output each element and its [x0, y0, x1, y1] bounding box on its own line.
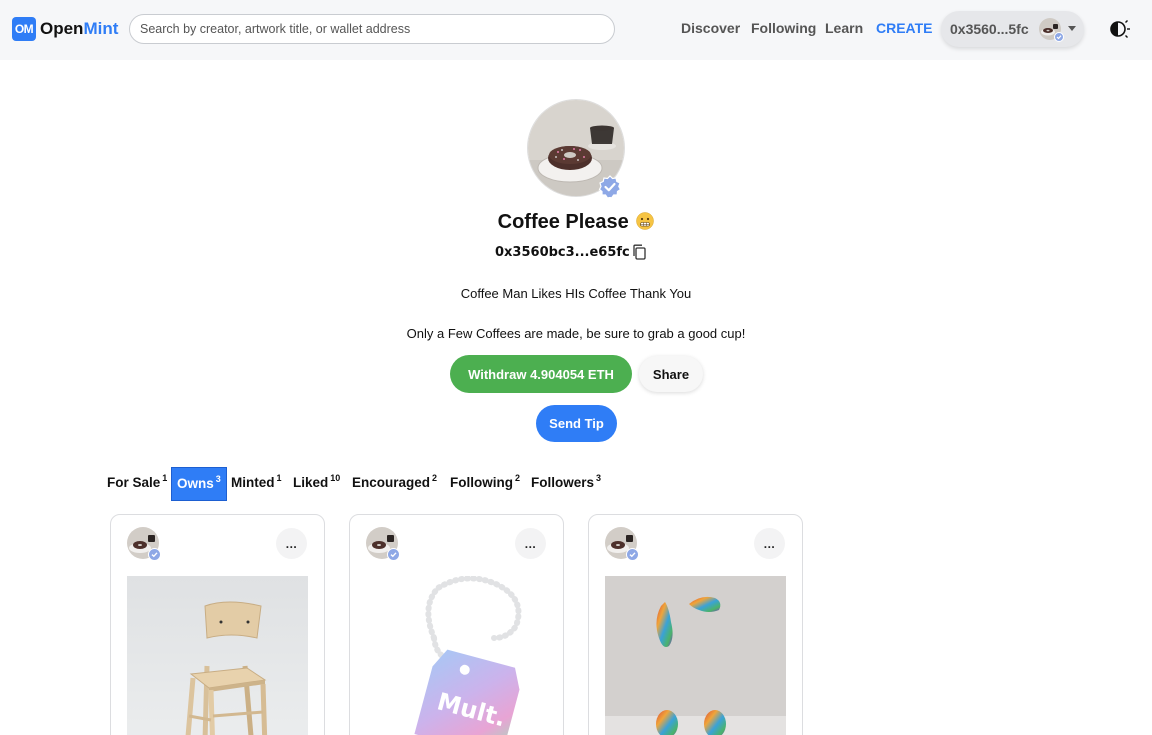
tab-label: Encouraged	[352, 475, 431, 490]
share-button[interactable]: Share	[639, 356, 703, 392]
wallet-dropdown[interactable]: 0x3560...5fc	[941, 11, 1084, 47]
tab-followers[interactable]: Followers 3	[531, 473, 602, 491]
tab-label: Owns	[177, 476, 214, 491]
card-menu-button[interactable]: ...	[515, 528, 546, 559]
wallet-address: 0x3560...5fc	[950, 21, 1029, 37]
nft-image-chair[interactable]	[127, 576, 308, 735]
chevron-down-icon	[1068, 26, 1076, 31]
nav-learn[interactable]: Learn	[825, 20, 863, 36]
copy-icon[interactable]	[631, 244, 647, 260]
tab-owns[interactable]: Owns 3	[171, 467, 227, 501]
openmint-logo[interactable]: OM OpenMint	[12, 17, 118, 41]
logo-open: Open	[40, 19, 84, 38]
verified-badge-icon	[148, 548, 161, 561]
logo-mint: Mint	[83, 19, 119, 38]
tab-label: For Sale	[107, 475, 161, 490]
logo-wordmark: OpenMint	[40, 19, 118, 39]
tab-label: Minted	[231, 475, 275, 490]
verified-badge-icon	[387, 548, 400, 561]
profile-name: Coffee Please	[0, 211, 1152, 236]
tab-count: 3	[215, 474, 221, 484]
send-tip-button[interactable]: Send Tip	[536, 405, 617, 442]
tab-count: 2	[515, 473, 521, 483]
logo-badge: OM	[12, 17, 36, 41]
card-menu-button[interactable]: ...	[754, 528, 785, 559]
tab-count: 1	[162, 473, 168, 483]
profile-name-text: Coffee Please	[497, 211, 629, 233]
grimace-emoji-icon	[636, 212, 655, 236]
nft-card[interactable]: ...	[110, 514, 325, 735]
withdraw-button[interactable]: Withdraw 4.904054 ETH	[450, 355, 632, 393]
tab-count: 10	[330, 473, 341, 483]
card-menu-button[interactable]: ...	[276, 528, 307, 559]
nft-card[interactable]: ... Mult.	[349, 514, 564, 735]
half-moon-icon[interactable]	[1107, 17, 1131, 41]
tab-encouraged[interactable]: Encouraged 2	[352, 473, 438, 491]
tab-count: 3	[596, 473, 602, 483]
profile-wallet-address: 0x3560bc3...e65fc	[495, 245, 630, 260]
bio-line-2: Only a Few Coffees are made, be sure to …	[406, 326, 746, 341]
nav-following[interactable]: Following	[751, 20, 816, 36]
search-input[interactable]	[129, 14, 615, 44]
tab-label: Liked	[293, 475, 329, 490]
wallet-verified-icon	[1054, 32, 1064, 42]
nft-card[interactable]: ...	[588, 514, 803, 735]
tab-label: Followers	[531, 475, 595, 490]
bio-line-1: Coffee Man Likes HIs Coffee Thank You	[460, 286, 692, 301]
nft-image-mult-tag[interactable]: Mult.	[366, 576, 547, 735]
nav-discover[interactable]: Discover	[681, 20, 740, 36]
nav-create[interactable]: CREATE	[876, 20, 933, 36]
tab-label: Following	[450, 475, 513, 490]
verified-badge-icon	[598, 175, 622, 199]
tab-for-sale[interactable]: For Sale 1	[107, 473, 168, 491]
tab-liked[interactable]: Liked 10	[293, 473, 341, 491]
tab-count: 1	[276, 473, 282, 483]
nft-image-fuzzy-creature[interactable]	[605, 576, 786, 735]
tab-count: 2	[432, 473, 438, 483]
tab-following[interactable]: Following 2	[450, 473, 521, 491]
tab-minted[interactable]: Minted 1	[231, 473, 282, 491]
verified-badge-icon	[626, 548, 639, 561]
top-navbar: OM OpenMint Discover Following Learn CRE…	[0, 0, 1152, 60]
